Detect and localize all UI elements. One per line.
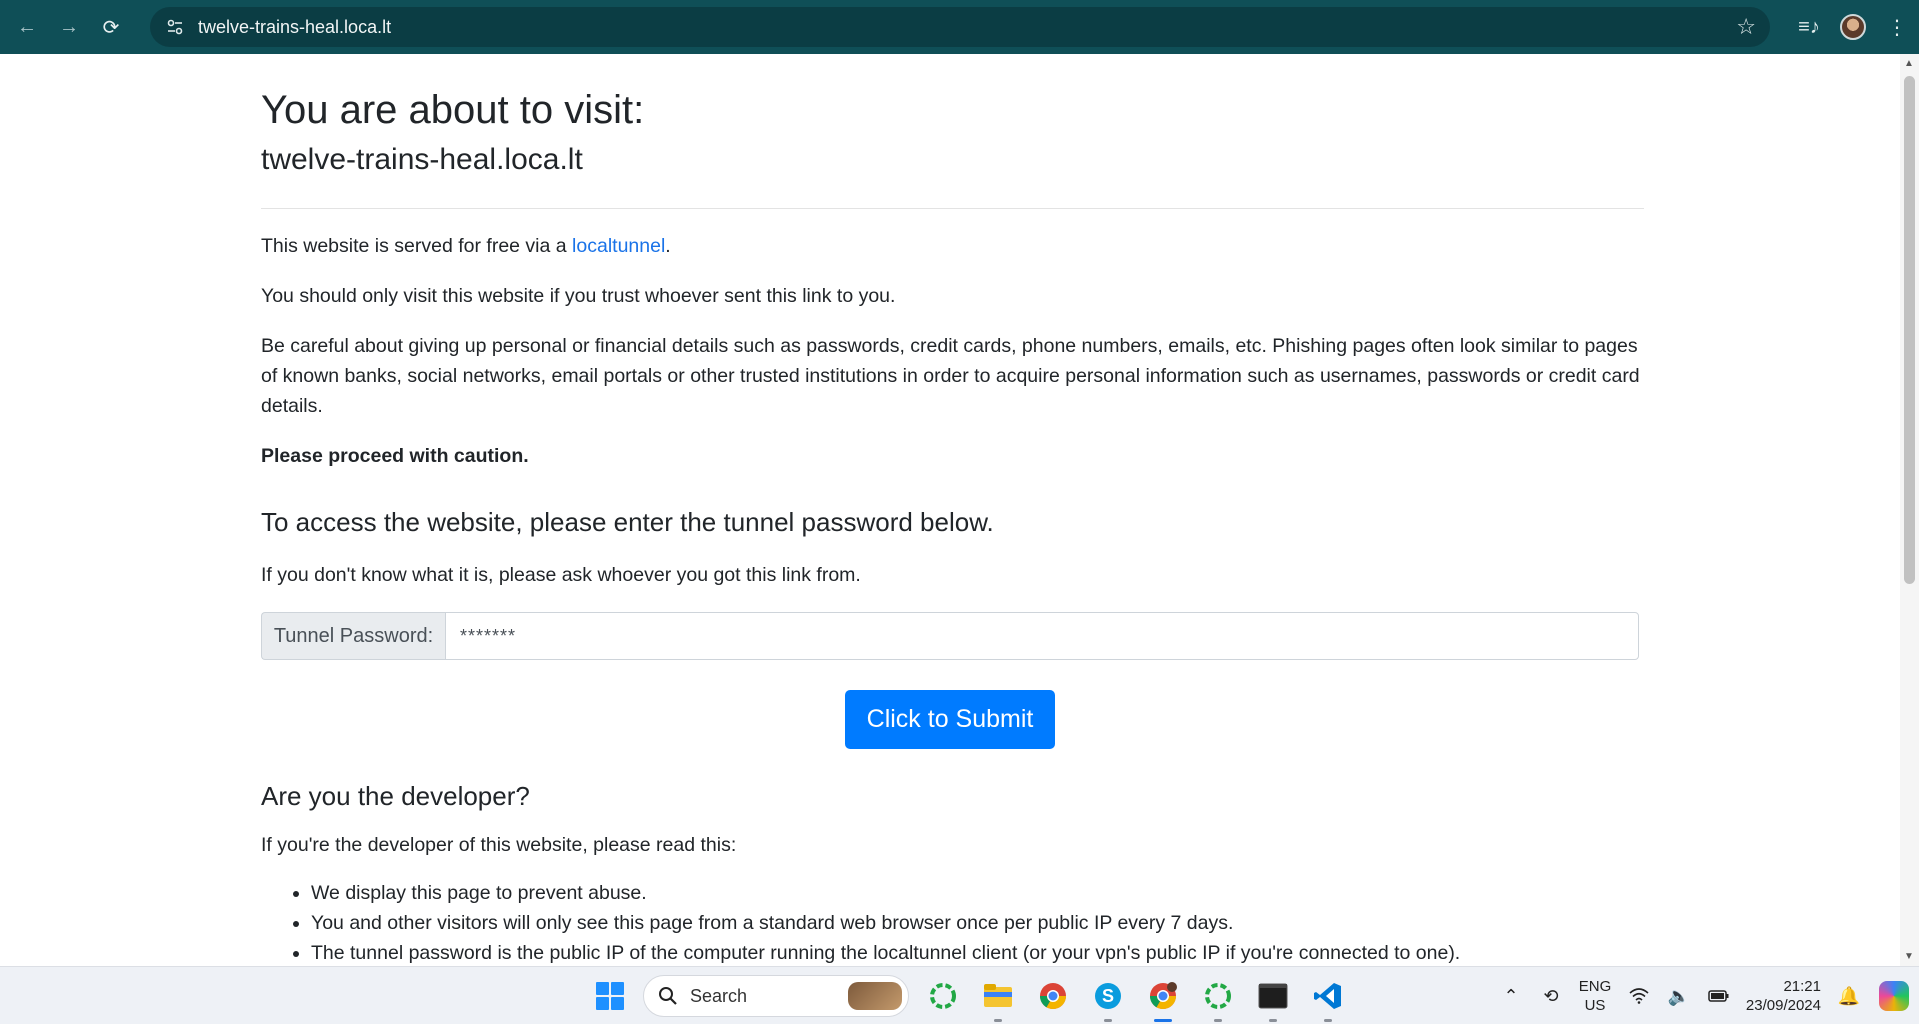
file-explorer-icon[interactable] — [970, 976, 1025, 1022]
bookmark-star-icon[interactable]: ☆ — [1736, 14, 1756, 40]
submit-wrapper: Click to Submit — [261, 690, 1639, 749]
chrome-profile-icon[interactable] — [1135, 976, 1190, 1022]
language-code: ENG — [1578, 978, 1612, 995]
running-indicator — [1103, 1019, 1112, 1022]
served-via-suffix: . — [665, 235, 671, 257]
battery-icon[interactable] — [1699, 989, 1739, 1003]
copilot-icon[interactable] — [1879, 981, 1909, 1011]
scroll-up-icon[interactable]: ▲ — [1904, 58, 1914, 69]
more-menu-icon[interactable]: ⋮ — [1875, 15, 1919, 40]
trust-warning: You should only visit this website if yo… — [261, 285, 896, 307]
search-highlight-image — [848, 982, 902, 1010]
submit-button[interactable]: Click to Submit — [845, 690, 1055, 749]
tunnel-host: twelve-trains-heal.loca.lt — [261, 143, 583, 176]
browser-toolbar: ← → ⟳ twelve-trains-heal.loca.lt ☆ ≡♪ ⋮ — [0, 0, 1919, 54]
profile-button[interactable] — [1831, 14, 1875, 40]
developer-list: We display this page to prevent abuse. Y… — [311, 878, 1644, 966]
clock-date: 23/09/2024 — [1745, 997, 1821, 1014]
chrome-icon[interactable] — [1025, 976, 1080, 1016]
profile-avatar[interactable] — [1840, 14, 1866, 40]
password-input-group: Tunnel Password: ******* — [261, 612, 1639, 660]
served-via-prefix: This website is served for free via a — [261, 235, 573, 257]
clock[interactable]: 21:21 23/09/2024 — [1739, 977, 1829, 1015]
active-indicator — [1153, 1019, 1172, 1022]
caution-text: Please proceed with caution. — [261, 445, 529, 467]
taskbar-search[interactable]: Search — [643, 975, 909, 1017]
url-text[interactable]: twelve-trains-heal.loca.lt — [198, 17, 391, 38]
loading-app-icon-2[interactable] — [1190, 976, 1245, 1022]
reload-icon[interactable]: ⟳ — [96, 12, 126, 42]
list-item: We display this page to prevent abuse. — [311, 878, 1644, 908]
back-icon[interactable]: ← — [12, 12, 42, 42]
region-code: US — [1584, 997, 1606, 1014]
localtunnel-link[interactable]: localtunnel — [572, 235, 665, 257]
svg-text:S: S — [1101, 986, 1113, 1006]
site-info-icon[interactable] — [162, 14, 188, 40]
running-indicator — [1323, 1019, 1332, 1022]
access-help-text: If you don't know what it is, please ask… — [261, 564, 861, 586]
loading-app-icon[interactable] — [915, 976, 970, 1016]
language-indicator[interactable]: ENG US — [1571, 977, 1619, 1015]
vertical-scrollbar[interactable]: ▲ ▼ — [1900, 54, 1919, 966]
skype-icon[interactable]: S — [1080, 976, 1135, 1022]
list-item: You and other visitors will only see thi… — [311, 908, 1644, 938]
start-button[interactable] — [582, 976, 637, 1016]
access-heading: To access the website, please enter the … — [261, 507, 994, 537]
forward-icon[interactable]: → — [54, 12, 84, 42]
wifi-icon[interactable] — [1619, 988, 1659, 1004]
page-title: You are about to visit: — [261, 88, 645, 132]
developer-heading: Are you the developer? — [261, 781, 530, 811]
page-viewport: You are about to visit: twelve-trains-he… — [0, 54, 1900, 966]
search-label: Search — [690, 985, 748, 1006]
running-indicator — [1213, 1019, 1222, 1022]
windows-logo-icon — [595, 982, 624, 1010]
password-label: Tunnel Password: — [261, 612, 445, 660]
volume-icon[interactable]: 🔈 — [1659, 986, 1699, 1007]
clock-time: 21:21 — [1783, 978, 1821, 995]
phishing-warning: Be careful about giving up personal or f… — [261, 335, 1640, 417]
chevron-up-icon[interactable]: ⌃ — [1491, 986, 1531, 1007]
taskbar: Search S ⌃ ⟲ ENG US 🔈 21:21 23/09/2024 🔔 — [0, 966, 1919, 1024]
scrollbar-thumb[interactable] — [1904, 76, 1915, 584]
password-field[interactable]: ******* — [445, 612, 1639, 660]
vscode-icon[interactable] — [1300, 976, 1355, 1022]
media-control-icon[interactable]: ≡♪ — [1787, 16, 1831, 39]
list-item: The tunnel password is the public IP of … — [311, 938, 1644, 966]
search-icon — [659, 987, 677, 1005]
scroll-down-icon[interactable]: ▼ — [1904, 951, 1914, 962]
served-via-text: This website is served for free via a lo… — [261, 231, 1644, 261]
divider — [261, 208, 1644, 209]
page-content: You are about to visit: twelve-trains-he… — [261, 54, 1644, 966]
address-bar[interactable]: twelve-trains-heal.loca.lt ☆ — [150, 7, 1770, 47]
running-indicator — [993, 1019, 1002, 1022]
sync-icon[interactable]: ⟲ — [1531, 986, 1571, 1007]
terminal-icon[interactable] — [1245, 976, 1300, 1022]
developer-intro: If you're the developer of this website,… — [261, 834, 737, 856]
notification-bell-icon[interactable]: 🔔 — [1829, 986, 1869, 1007]
running-indicator — [1268, 1019, 1277, 1022]
